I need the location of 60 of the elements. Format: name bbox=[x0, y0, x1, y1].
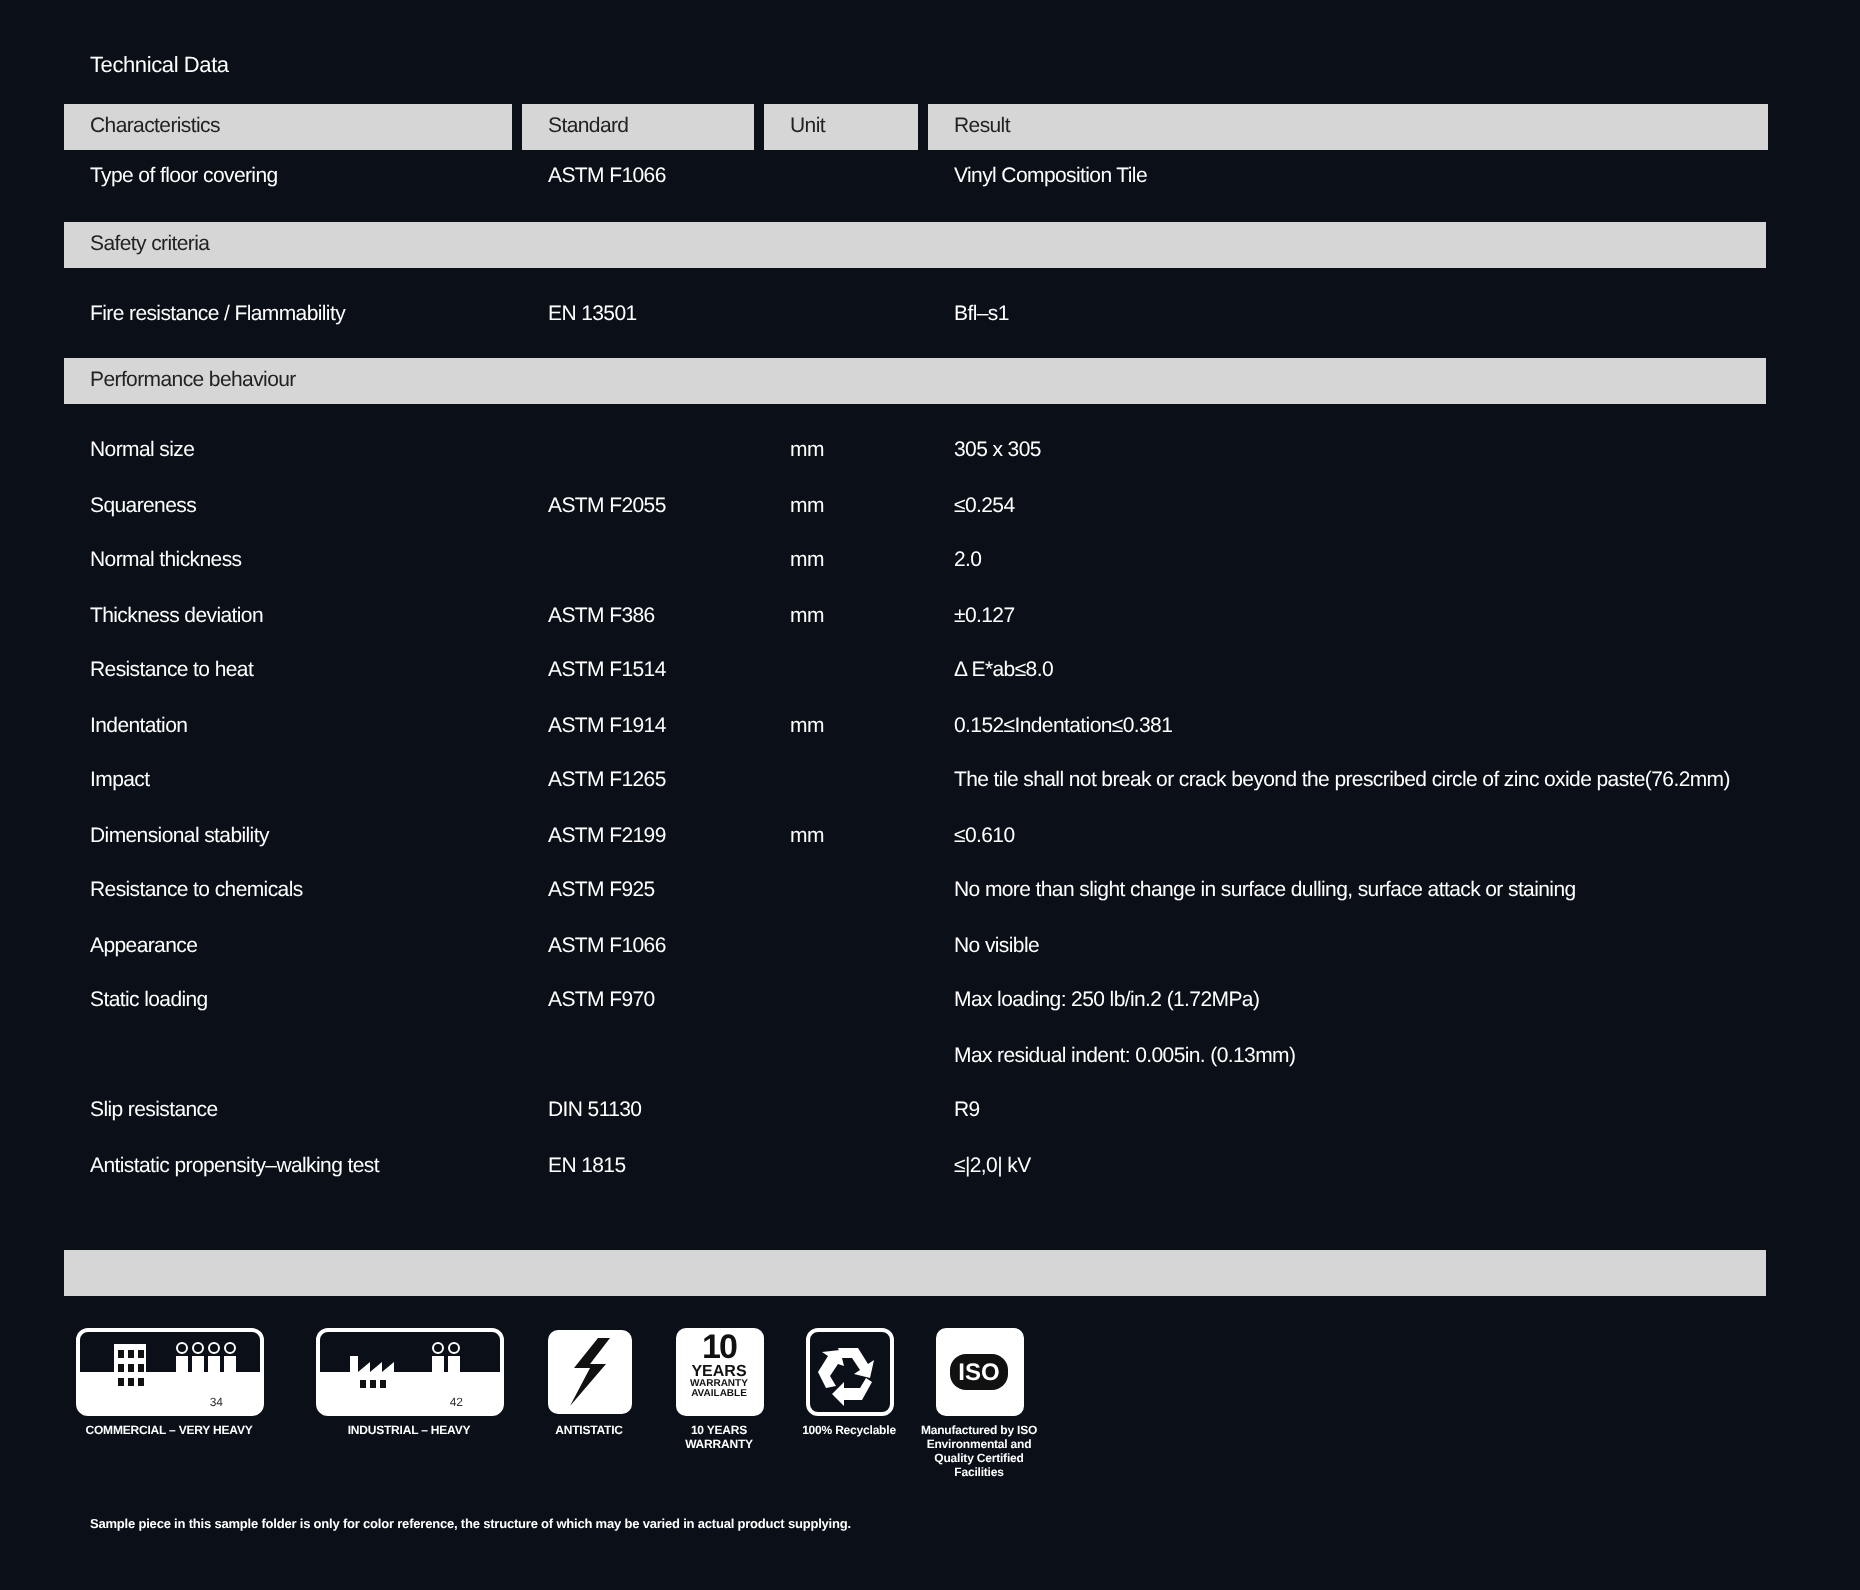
result-cell-text: ≤0.610 bbox=[952, 821, 1017, 851]
unit-cell-text: mm bbox=[788, 436, 826, 466]
characteristic-cell-text: Slip resistance bbox=[88, 1096, 220, 1126]
standard-cell-text: ASTM F925 bbox=[546, 876, 657, 906]
result-cell-text: Max residual indent: 0.005in. (0.13mm) bbox=[952, 1041, 1298, 1071]
result-cell-text: Vinyl Composition Tile bbox=[952, 162, 1150, 192]
standard-cell-text: ASTM F1265 bbox=[546, 766, 668, 796]
standard-cell-text: ASTM F1914 bbox=[546, 711, 668, 741]
result-cell-text: ±0.127 bbox=[952, 601, 1017, 631]
column-header: Unit bbox=[764, 104, 918, 150]
standard-cell-text: DIN 51130 bbox=[546, 1096, 644, 1126]
section-header: Safety criteria bbox=[64, 221, 1766, 267]
characteristic-cell-text: Squareness bbox=[88, 491, 199, 521]
result-cell-text: Max loading: 250 lb/in.2 (1.72MPa) bbox=[952, 986, 1262, 1016]
characteristic-cell-text: Resistance to chemicals bbox=[88, 876, 305, 906]
characteristic-cell-text: Resistance to heat bbox=[88, 656, 256, 686]
characteristic-cell-text: Static loading bbox=[88, 986, 210, 1016]
standard-cell-text: EN 13501 bbox=[546, 299, 639, 329]
column-header: Result bbox=[928, 104, 1768, 150]
unit-cell-text: mm bbox=[788, 491, 826, 521]
unit-cell-text: mm bbox=[788, 546, 826, 576]
characteristic-cell-text: Thickness deviation bbox=[88, 601, 266, 631]
column-header: Standard bbox=[522, 104, 754, 150]
standard-cell-text: ASTM F970 bbox=[546, 986, 657, 1016]
result-cell-text: No more than slight change in surface dulling, surface attack or staining bbox=[952, 876, 1578, 906]
unit-cell-text: mm bbox=[788, 821, 826, 851]
result-cell-text: Δ E*ab≤8.0 bbox=[952, 656, 1055, 686]
standard-cell-text: ASTM F2199 bbox=[546, 821, 668, 851]
result-cell-text: 305 x 305 bbox=[952, 436, 1043, 466]
standard-cell-text: EN 1815 bbox=[546, 1151, 628, 1181]
result-cell-text: ≤|2,0| kV bbox=[952, 1151, 1033, 1181]
result-cell-text: No visible bbox=[952, 931, 1042, 961]
result-cell-text: ≤0.254 bbox=[952, 491, 1017, 521]
unit-cell-text: mm bbox=[788, 601, 826, 631]
column-header: Characteristics bbox=[64, 104, 512, 150]
table-title: Technical Data bbox=[88, 54, 231, 82]
section-header: Performance behaviour bbox=[64, 358, 1766, 404]
result-cell-text: The tile shall not break or crack beyond the prescribed circle of zinc oxide paste(76.2mm) bbox=[952, 766, 1732, 796]
standard-cell-text: ASTM F2055 bbox=[546, 491, 668, 521]
characteristic-cell-text: Normal size bbox=[88, 436, 197, 466]
characteristic-cell-text: Appearance bbox=[88, 931, 200, 961]
characteristic-cell-text: Indentation bbox=[88, 711, 190, 741]
lightning-icon bbox=[545, 1328, 633, 1416]
iso-icon: ISO bbox=[935, 1328, 1023, 1416]
result-cell-text: 0.152≤Indentation≤0.381 bbox=[952, 711, 1175, 741]
characteristic-cell-text: Normal thickness bbox=[88, 546, 244, 576]
standard-cell-text: ASTM F1066 bbox=[546, 162, 668, 192]
characteristic-cell-text: Impact bbox=[88, 766, 152, 796]
standard-cell-text: ASTM F386 bbox=[546, 601, 657, 631]
characteristic-cell-text: Fire resistance / Flammability bbox=[88, 299, 348, 329]
result-cell-text: 2.0 bbox=[952, 546, 984, 576]
characteristic-cell-text: Antistatic propensity–walking test bbox=[88, 1151, 382, 1181]
characteristic-cell-text: Dimensional stability bbox=[88, 821, 272, 851]
standard-cell-text: ASTM F1066 bbox=[546, 931, 668, 961]
recycle-icon bbox=[805, 1328, 893, 1416]
characteristic-cell-text: Type of floor covering bbox=[88, 162, 280, 192]
standard-cell-text: ASTM F1514 bbox=[546, 656, 668, 686]
unit-cell-text: mm bbox=[788, 711, 826, 741]
result-cell-text: Bfl–s1 bbox=[952, 299, 1011, 329]
result-cell-text: R9 bbox=[952, 1096, 982, 1126]
